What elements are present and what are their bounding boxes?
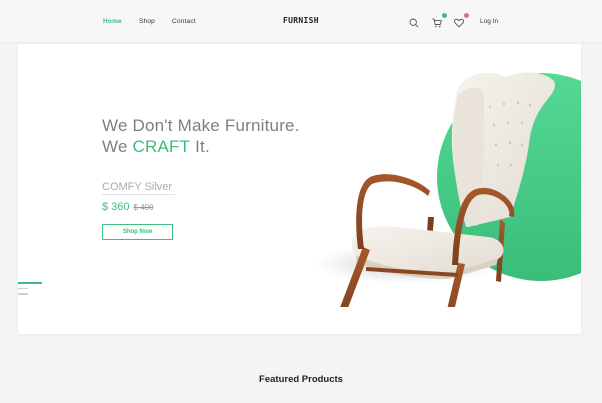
cart-icon[interactable] [432,13,447,28]
price-row: $ 360 $ 400 [102,197,154,215]
armchair-image [340,72,555,307]
hero-heading-line2: We CRAFT It. [102,136,300,157]
hero-heading-prefix: We [102,137,133,156]
current-price: $ 360 [102,201,130,213]
featured-products-title: Featured Products [259,374,343,385]
brand-logo[interactable]: FURNISH [283,16,319,25]
wishlist-count-badge [464,13,469,18]
hero-heading-accent: CRAFT [132,137,191,156]
shop-now-button[interactable]: Shop Now [102,224,173,240]
heart-icon[interactable] [454,13,469,28]
slide-indicator[interactable] [18,287,28,289]
nav-link-shop[interactable]: Shop [139,18,155,25]
login-link[interactable]: Log In [480,18,498,25]
slider-indicator[interactable] [18,282,42,299]
hero-heading-line1: We Don't Make Furniture. [102,116,300,135]
nav-link-home[interactable]: Home [103,18,122,25]
slide-indicator[interactable] [18,293,28,295]
nav-link-contact[interactable]: Contact [172,18,196,25]
hero-heading-suffix: It. [190,137,210,156]
slide-indicator-active[interactable] [18,282,42,284]
search-icon[interactable] [409,15,421,28]
hero-heading: We Don't Make Furniture. We CRAFT It. [102,115,300,157]
product-name: COMFY Silver [102,181,175,195]
hero-banner: We Don't Make Furniture. We CRAFT It. CO… [18,44,581,334]
cart-count-badge [442,13,447,18]
old-price: $ 400 [133,203,154,212]
top-navbar: Home Shop Contact FURNISH Log In [0,0,602,43]
